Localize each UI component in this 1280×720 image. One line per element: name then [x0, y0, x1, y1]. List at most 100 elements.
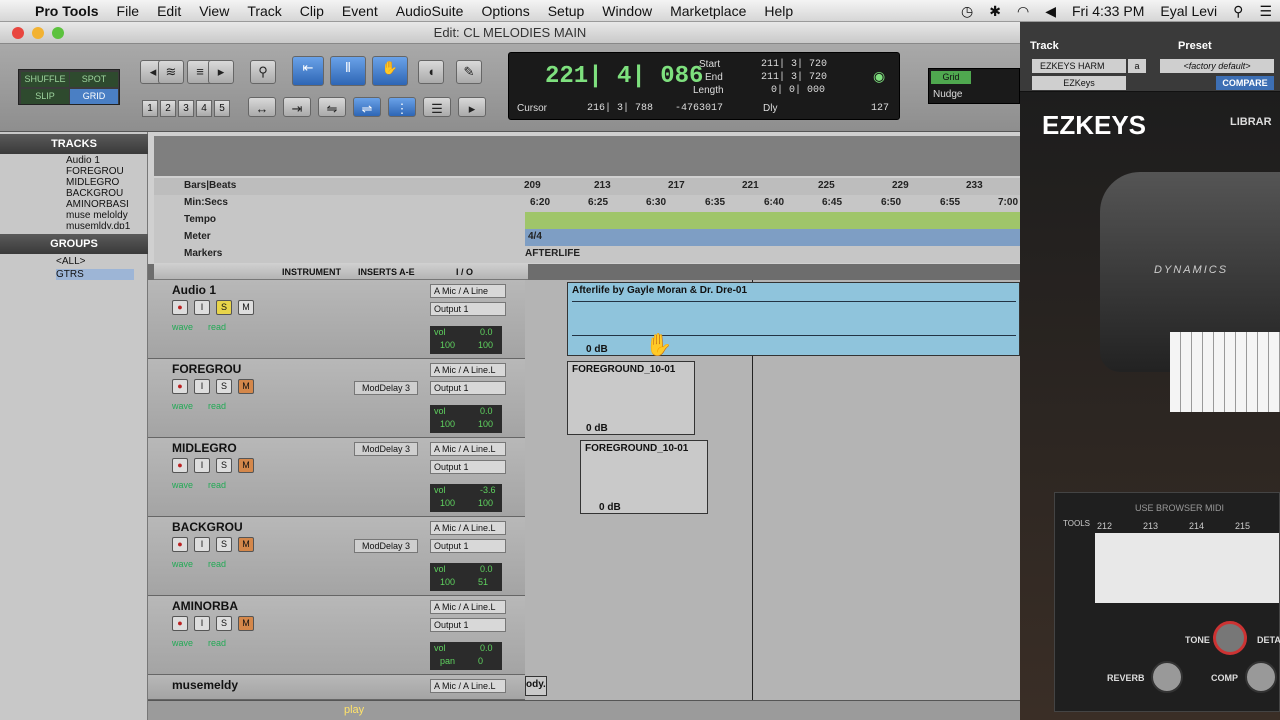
- pan-left-value[interactable]: 100: [440, 498, 455, 508]
- menu-event[interactable]: Event: [342, 3, 378, 19]
- group-list-item[interactable]: <ALL>: [56, 256, 85, 267]
- use-browser-midi-button[interactable]: USE BROWSER MIDI: [1135, 503, 1224, 513]
- menu-marketplace[interactable]: Marketplace: [670, 3, 746, 19]
- menu-view[interactable]: View: [199, 3, 229, 19]
- track-list-item[interactable]: BACKGROU: [66, 188, 123, 199]
- menu-clip[interactable]: Clip: [300, 3, 324, 19]
- track-midlegro[interactable]: MIDLEGRO ● I S M wave read ModDelay 3 A …: [148, 438, 528, 517]
- input-monitor-button[interactable]: I: [194, 458, 210, 473]
- midi-input-icon[interactable]: ◉: [873, 69, 885, 86]
- solo-button[interactable]: S: [216, 300, 232, 315]
- menu-file[interactable]: File: [117, 3, 140, 19]
- start-value[interactable]: 211| 3| 720: [761, 59, 827, 70]
- inserts-column-header[interactable]: INSERTS A-E: [358, 267, 415, 277]
- solo-button[interactable]: S: [216, 379, 232, 394]
- library-tab[interactable]: LIBRAR: [1230, 116, 1272, 128]
- mute-button[interactable]: M: [238, 537, 254, 552]
- plugin-preset-selector[interactable]: <factory default>: [1160, 59, 1274, 73]
- audio-clip[interactable]: FOREGROUND_10-01 0 dB: [567, 361, 695, 435]
- vol-value[interactable]: 0.0: [480, 643, 493, 653]
- time-machine-icon[interactable]: ◷: [961, 3, 973, 20]
- plugin-insert-selector[interactable]: EZKeys: [1032, 76, 1126, 90]
- volume-pan-display[interactable]: vol 0.0 100 51: [430, 563, 502, 591]
- grid-mode-button[interactable]: GRID: [70, 89, 118, 104]
- link-timeline-icon[interactable]: ⇋: [318, 97, 346, 117]
- track-name[interactable]: musemeldy: [172, 678, 238, 692]
- pan-left-value[interactable]: pan: [440, 656, 455, 666]
- scrubber-tool-icon[interactable]: ◖: [418, 60, 444, 84]
- trim-tool-icon[interactable]: ⇤: [292, 56, 324, 86]
- mute-button[interactable]: M: [238, 379, 254, 394]
- close-icon[interactable]: [12, 27, 24, 39]
- instrument-column-header[interactable]: INSTRUMENT: [282, 267, 341, 277]
- spot-mode-button[interactable]: SPOT: [70, 72, 118, 87]
- tempo-ruler[interactable]: Tempo: [154, 212, 1020, 229]
- menu-track[interactable]: Track: [247, 3, 281, 19]
- insertion-follows-playback-icon[interactable]: ⋮: [388, 97, 416, 117]
- output-selector[interactable]: Output 1: [430, 460, 506, 474]
- zoomer-tool-icon[interactable]: ⚲: [250, 60, 276, 84]
- record-enable-button[interactable]: ●: [172, 537, 188, 552]
- nudge-label[interactable]: Nudge: [933, 89, 962, 100]
- grid-label[interactable]: Grid: [931, 71, 971, 84]
- menu-edit[interactable]: Edit: [157, 3, 181, 19]
- marker-afterlife[interactable]: AFTERLIFE: [525, 248, 580, 259]
- plugin-track-a[interactable]: a: [1128, 59, 1146, 73]
- insert-slot[interactable]: ModDelay 3: [354, 539, 418, 553]
- comp-knob[interactable]: [1245, 661, 1277, 693]
- track-name[interactable]: Audio 1: [172, 283, 216, 297]
- keyboard-focus-icon[interactable]: ▸: [458, 97, 486, 117]
- automation-mode-selector[interactable]: read: [208, 638, 226, 648]
- pan-left-value[interactable]: 100: [440, 419, 455, 429]
- volume-pan-display[interactable]: vol -3.6 100 100: [430, 484, 502, 512]
- output-selector[interactable]: Output 1: [430, 618, 506, 632]
- clip-gain[interactable]: 0 dB: [599, 502, 621, 513]
- track-view-selector[interactable]: wave: [172, 322, 193, 332]
- compare-button[interactable]: COMPARE: [1216, 76, 1274, 90]
- tab-to-transient-icon[interactable]: ↔: [248, 97, 276, 117]
- track-name[interactable]: MIDLEGRO: [172, 441, 237, 455]
- menu-options[interactable]: Options: [481, 3, 529, 19]
- track-list-item[interactable]: AMINORBASI: [66, 199, 129, 210]
- zoom-preset-2[interactable]: 2: [160, 100, 176, 117]
- input-selector[interactable]: A Mic / A Line.L: [430, 600, 506, 614]
- pan-left-value[interactable]: 100: [440, 577, 455, 587]
- menu-app-name[interactable]: Pro Tools: [35, 3, 99, 19]
- playlist-area[interactable]: Afterlife by Gayle Moran & Dr. Dre-01 0 …: [525, 280, 1020, 700]
- input-monitor-button[interactable]: I: [194, 379, 210, 394]
- pan-right-value[interactable]: 0: [478, 656, 483, 666]
- volume-pan-display[interactable]: vol 0.0 100 100: [430, 326, 502, 354]
- zoom-preset-5[interactable]: 5: [214, 100, 230, 117]
- main-counter-value[interactable]: 221| 4| 086: [545, 63, 703, 90]
- mute-button[interactable]: M: [238, 458, 254, 473]
- pan-right-value[interactable]: 100: [478, 419, 493, 429]
- min-secs-ruler[interactable]: Min:Secs 6:20 6:25 6:30 6:35 6:40 6:45 6…: [154, 195, 1020, 212]
- group-list-item[interactable]: GTRS: [56, 269, 134, 280]
- input-monitor-button[interactable]: I: [194, 616, 210, 631]
- pan-right-value[interactable]: 100: [478, 340, 493, 350]
- groups-list-header[interactable]: GROUPS: [0, 234, 148, 254]
- volume-pan-display[interactable]: vol 0.0 100 100: [430, 405, 502, 433]
- menubar-user[interactable]: Eyal Levi: [1160, 3, 1217, 19]
- track-view-selector[interactable]: wave: [172, 638, 193, 648]
- slip-mode-button[interactable]: SLIP: [21, 89, 69, 104]
- record-enable-button[interactable]: ●: [172, 616, 188, 631]
- output-selector[interactable]: Output 1: [430, 539, 506, 553]
- solo-button[interactable]: S: [216, 458, 232, 473]
- mute-button[interactable]: M: [238, 616, 254, 631]
- vol-value[interactable]: -3.6: [480, 485, 496, 495]
- track-view-selector[interactable]: wave: [172, 480, 193, 490]
- automation-mode-selector[interactable]: read: [208, 480, 226, 490]
- vol-value[interactable]: 0.0: [480, 327, 493, 337]
- track-list-item[interactable]: FOREGROU: [66, 166, 124, 177]
- tempo-value[interactable]: 127: [871, 103, 889, 114]
- solo-button[interactable]: S: [216, 616, 232, 631]
- output-selector[interactable]: Output 1: [430, 302, 506, 316]
- vol-value[interactable]: 0.0: [480, 406, 493, 416]
- track-aminorba[interactable]: AMINORBA ● I S M wave read A Mic / A Lin…: [148, 596, 528, 675]
- mirror-midi-icon[interactable]: ⇥: [283, 97, 311, 117]
- menu-audiosuite[interactable]: AudioSuite: [396, 3, 464, 19]
- meter-lane[interactable]: [525, 229, 1020, 246]
- bluetooth-icon[interactable]: ✱: [989, 3, 1001, 20]
- pan-right-value[interactable]: 51: [478, 577, 488, 587]
